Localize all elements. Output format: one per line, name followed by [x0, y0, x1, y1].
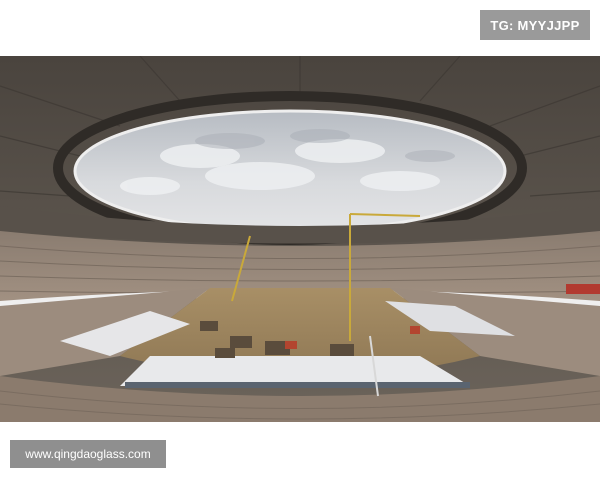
telegram-watermark: TG: MYYJJPP: [480, 10, 590, 40]
stadium-photo: [0, 56, 600, 422]
website-watermark: www.qingdaoglass.com: [10, 440, 166, 468]
white-cover-center: [120, 356, 470, 386]
